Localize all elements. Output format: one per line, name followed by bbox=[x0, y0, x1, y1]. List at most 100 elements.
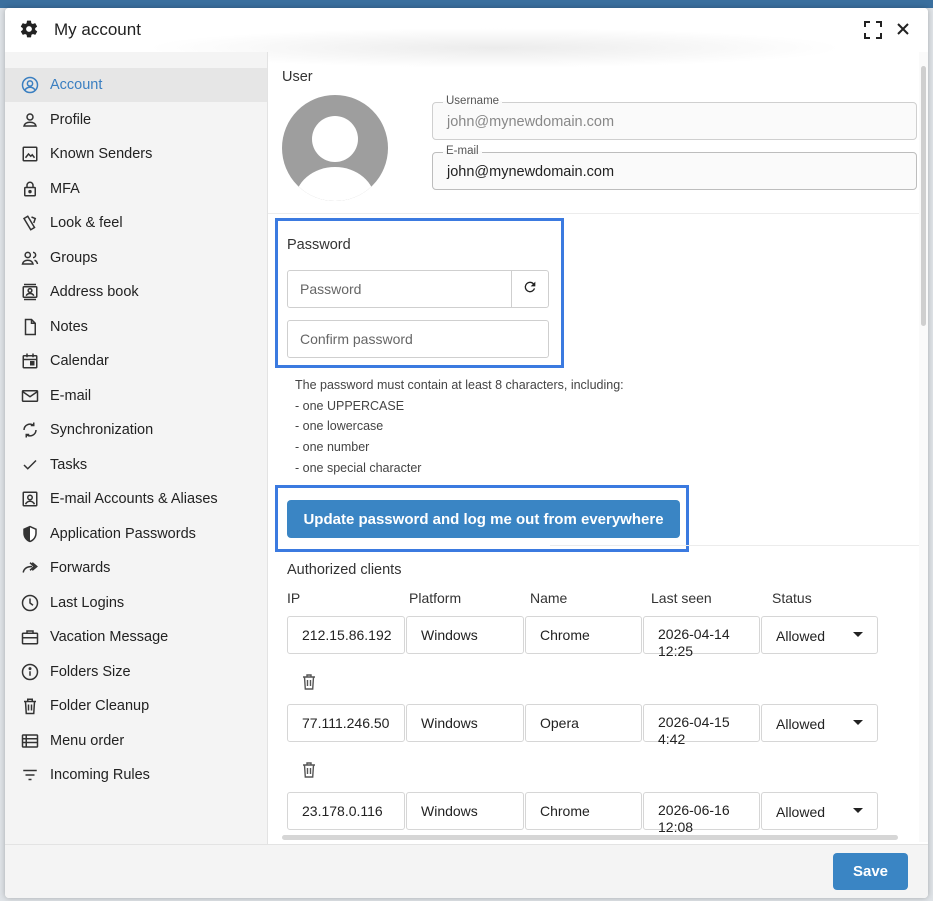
client-ip-cell-text: 212.15.86.192 bbox=[302, 627, 392, 643]
sidebar-item-label: Tasks bbox=[50, 456, 88, 473]
sidebar-item-label: Menu order bbox=[50, 732, 125, 749]
sidebar-item-label: Vacation Message bbox=[50, 629, 169, 645]
generate-password-button[interactable] bbox=[511, 270, 549, 308]
delete-client-icon[interactable] bbox=[302, 674, 316, 690]
column-header-platform: Platform bbox=[409, 590, 462, 606]
client-status-select-text: Allowed bbox=[776, 804, 826, 820]
image-icon bbox=[21, 145, 39, 163]
page-backdrop bbox=[0, 0, 933, 8]
update-password-button[interactable]: Update password and log me out from ever… bbox=[287, 500, 680, 538]
password-rule-line: - one lowercase bbox=[295, 419, 384, 434]
dialog-title: My account bbox=[54, 20, 141, 39]
clock-icon bbox=[21, 594, 39, 612]
sync-icon bbox=[21, 421, 39, 439]
close-icon[interactable] bbox=[893, 19, 913, 39]
account-circle-icon bbox=[21, 76, 39, 94]
save-button[interactable]: Save bbox=[833, 853, 908, 890]
section-divider bbox=[268, 213, 919, 214]
client-status-select-text: Allowed bbox=[776, 628, 826, 644]
delete-client-icon[interactable] bbox=[302, 762, 316, 778]
sidebar-item-label: Look & feel bbox=[50, 215, 123, 231]
sidebar-item-menu-order[interactable]: Menu order bbox=[5, 724, 267, 758]
sidebar-item-mfa[interactable]: MFA bbox=[5, 172, 267, 206]
username-field[interactable]: Username john@mynewdomain.com bbox=[432, 95, 917, 140]
client-status-select[interactable]: Allowed bbox=[761, 792, 878, 830]
sidebar-item-notes[interactable]: Notes bbox=[5, 310, 267, 344]
password-rule-line: - one number bbox=[295, 440, 370, 455]
client-name-cell: Chrome bbox=[525, 792, 642, 830]
email-value: john@mynewdomain.com bbox=[447, 164, 615, 180]
sidebar-item-last-logins[interactable]: Last Logins bbox=[5, 586, 267, 620]
confirm-password-placeholder: Confirm password bbox=[300, 331, 413, 347]
settings-sidebar: Account Profile Known Senders MFA Look & fee… bbox=[5, 52, 268, 844]
last-seen-date: 2026-04-14 bbox=[658, 626, 730, 642]
client-status-select[interactable]: Allowed bbox=[761, 616, 878, 654]
sidebar-item-label: Notes bbox=[50, 318, 88, 335]
mail-icon bbox=[21, 387, 39, 405]
last-seen-time: 12:08 bbox=[658, 819, 694, 835]
client-ip-cell-text: 77.111.246.50 bbox=[302, 715, 390, 731]
password-rule-line: - one special character bbox=[295, 460, 422, 475]
last-seen-text: 2026-04-14 12:25 bbox=[658, 626, 730, 660]
vertical-scrollbar-thumb[interactable] bbox=[921, 66, 926, 326]
sidebar-item-groups[interactable]: Groups bbox=[5, 241, 267, 275]
column-header-status: Status bbox=[772, 590, 812, 606]
sidebar-item-known-senders[interactable]: Known Senders bbox=[5, 137, 267, 171]
sidebar-item-tasks[interactable]: Tasks bbox=[5, 448, 267, 482]
maximize-icon[interactable] bbox=[864, 21, 882, 39]
sidebar-item-calendar[interactable]: Calendar bbox=[5, 344, 267, 378]
sidebar-item-label: Last Logins bbox=[50, 594, 125, 611]
username-value: john@mynewdomain.com bbox=[447, 114, 615, 130]
contacts-icon bbox=[21, 283, 39, 301]
sidebar-item-folder-cleanup[interactable]: Folder Cleanup bbox=[5, 689, 267, 723]
forward-icon bbox=[21, 559, 39, 577]
sidebar-item-label: Calendar bbox=[50, 353, 109, 369]
last-seen-time: 4:42 bbox=[658, 731, 686, 747]
sidebar-item-label: Folders Size bbox=[50, 663, 131, 680]
confirm-password-input[interactable]: Confirm password bbox=[287, 320, 549, 358]
client-name-cell-text: Chrome bbox=[540, 627, 590, 643]
sidebar-item-forwards[interactable]: Forwards bbox=[5, 551, 267, 585]
sidebar-item-label: Forwards bbox=[50, 560, 111, 576]
client-name-cell: Chrome bbox=[525, 616, 642, 654]
avatar bbox=[282, 95, 388, 201]
sidebar-item-synchronization[interactable]: Synchronization bbox=[5, 413, 267, 447]
sidebar-item-vacation-message[interactable]: Vacation Message bbox=[5, 620, 267, 654]
client-ip-cell-text: 23.178.0.116 bbox=[302, 803, 383, 819]
refresh-icon bbox=[522, 279, 538, 300]
column-header-name: Name bbox=[530, 590, 568, 606]
sidebar-item-e-mail-accounts-aliases[interactable]: E-mail Accounts & Aliases bbox=[5, 482, 267, 516]
email-label: E-mail bbox=[443, 145, 482, 157]
account-box-icon bbox=[21, 490, 39, 508]
sidebar-item-label: Incoming Rules bbox=[50, 767, 150, 783]
last-seen-text: 2026-04-15 4:42 bbox=[658, 714, 730, 748]
password-rule-line: - one UPPERCASE bbox=[295, 398, 405, 413]
briefcase-icon bbox=[21, 628, 39, 646]
sidebar-item-e-mail[interactable]: E-mail bbox=[5, 379, 267, 413]
client-last-seen-cell: 2026-06-16 12:08 bbox=[643, 792, 760, 835]
person-icon bbox=[21, 111, 39, 129]
sidebar-item-label: Application Passwords bbox=[50, 525, 196, 542]
sidebar-item-label: E-mail bbox=[50, 387, 92, 404]
password-input[interactable]: Password bbox=[287, 270, 513, 308]
lock-icon bbox=[21, 180, 39, 198]
email-field[interactable]: E-mail john@mynewdomain.com bbox=[432, 145, 917, 190]
sidebar-item-application-passwords[interactable]: Application Passwords bbox=[5, 517, 267, 551]
sidebar-item-label: Known Senders bbox=[50, 146, 153, 162]
sidebar-item-account[interactable]: Account bbox=[5, 68, 267, 102]
client-status-select[interactable]: Allowed bbox=[761, 704, 878, 742]
list-icon bbox=[21, 732, 39, 750]
sidebar-item-incoming-rules[interactable]: Incoming Rules bbox=[5, 758, 267, 792]
groups-icon bbox=[21, 249, 39, 267]
sidebar-item-label: Synchronization bbox=[50, 422, 154, 438]
caret-down-icon bbox=[853, 808, 863, 813]
client-last-seen-cell: 2026-04-14 12:25 bbox=[643, 616, 760, 659]
sidebar-item-folders-size[interactable]: Folders Size bbox=[5, 655, 267, 689]
section-divider bbox=[550, 545, 919, 546]
horizontal-scrollbar[interactable] bbox=[282, 835, 898, 840]
last-seen-text: 2026-06-16 12:08 bbox=[658, 802, 730, 836]
sidebar-item-profile[interactable]: Profile bbox=[5, 103, 267, 137]
sidebar-item-look-feel[interactable]: Look & feel bbox=[5, 206, 267, 240]
sidebar-item-address-book[interactable]: Address book bbox=[5, 275, 267, 309]
sidebar-item-label: MFA bbox=[50, 180, 80, 197]
